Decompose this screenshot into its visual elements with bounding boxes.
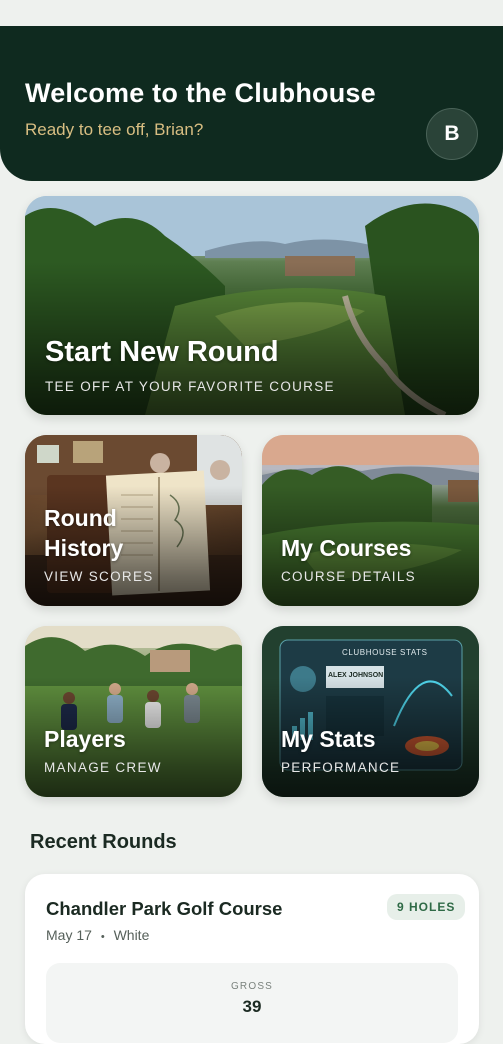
card-title: My Stats	[281, 726, 376, 752]
page-title: Welcome to the Clubhouse	[25, 78, 376, 108]
round-date: May 17	[46, 927, 92, 943]
card-subtitle: TEE OFF AT YOUR FAVORITE COURSE	[45, 379, 335, 394]
card-title-line2: History	[44, 535, 124, 561]
card-subtitle: MANAGE CREW	[44, 760, 162, 775]
recent-rounds-heading: Recent Rounds	[30, 831, 177, 853]
card-title: My Courses	[281, 535, 412, 561]
my-stats-card[interactable]: CLUBHOUSE STATS ALEX JOHNSON My Stats PE…	[262, 626, 479, 797]
card-subtitle: VIEW SCORES	[44, 569, 154, 584]
card-title: Start New Round	[45, 336, 279, 368]
status-bar-area	[0, 0, 503, 26]
card-title: Players	[44, 726, 126, 752]
gross-label: GROSS	[230, 981, 274, 992]
my-courses-card[interactable]: My Courses COURSE DETAILS	[262, 435, 479, 606]
card-subtitle: COURSE DETAILS	[281, 569, 416, 584]
round-card[interactable]: Chandler Park Golf Course May 17 • White…	[25, 874, 479, 1044]
round-history-card[interactable]: Round History VIEW SCORES	[25, 435, 242, 606]
card-subtitle: PERFORMANCE	[281, 760, 401, 775]
players-card[interactable]: Players MANAGE CREW	[25, 626, 242, 797]
stats-screen-title: CLUBHOUSE STATS	[342, 648, 428, 657]
gross-stat-box: GROSS 39	[46, 963, 458, 1043]
round-meta: May 17 • White	[46, 927, 149, 943]
avatar[interactable]: B	[426, 108, 478, 160]
card-title-line1: Round	[44, 505, 117, 531]
meta-separator: •	[100, 931, 105, 943]
holes-badge: 9 HOLES	[387, 894, 466, 920]
gross-value: 39	[242, 997, 262, 1016]
start-new-round-card[interactable]: Start New Round TEE OFF AT YOUR FAVORITE…	[25, 196, 479, 415]
round-tee: White	[113, 927, 150, 943]
greeting-text: Ready to tee off, Brian?	[25, 120, 204, 139]
app-header: Welcome to the Clubhouse Ready to tee of…	[0, 26, 503, 181]
round-course-name: Chandler Park Golf Course	[46, 898, 283, 919]
